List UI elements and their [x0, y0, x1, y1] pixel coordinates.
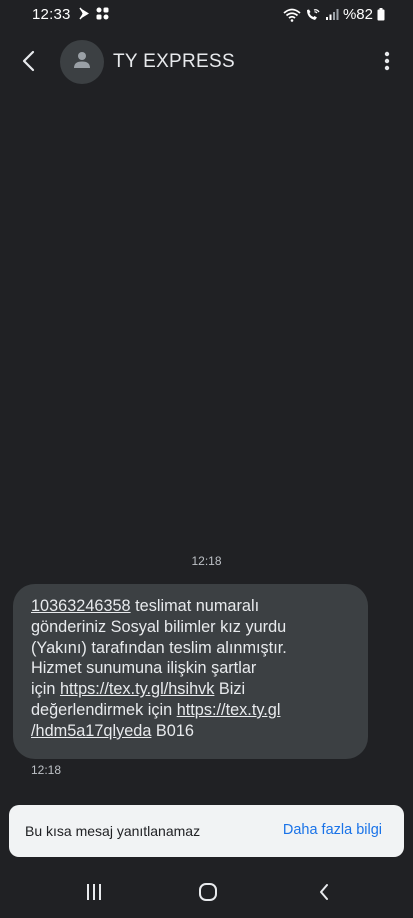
cannot-reply-text: Bu kısa mesaj yanıtlanamaz	[25, 823, 201, 839]
cannot-reply-banner: Bu kısa mesaj yanıtlanamaz Daha fazla bi…	[9, 805, 404, 857]
sms-conversation-screen: 12:33 %82 TY EXPRESS 12:18 10363246358 t…	[0, 0, 413, 918]
message-text: değerlendirmek için	[31, 700, 177, 719]
terms-link[interactable]: https://tex.ty.gl/hsihvk	[60, 680, 214, 698]
message-text: teslimat numaralı	[130, 597, 260, 615]
message-line: için https://tex.ty.gl/hsihvk Bizi	[31, 679, 352, 700]
more-options-button[interactable]	[375, 48, 399, 78]
message-text: B016	[151, 721, 194, 740]
battery-icon	[377, 8, 385, 21]
status-right-group: %82	[283, 6, 385, 23]
signal-icon	[325, 8, 339, 21]
status-left-icons	[78, 7, 109, 25]
back-arrow-icon	[22, 50, 36, 77]
message-text: Bizi	[214, 680, 246, 699]
message-timestamp: 12:18	[31, 763, 62, 777]
nav-back-button[interactable]	[309, 882, 339, 906]
message-bubble[interactable]: 10363246358 teslimat numaralı gönderiniz…	[13, 584, 368, 759]
rating-link-continued[interactable]: /hdm5a17qlyeda	[31, 722, 151, 740]
home-button[interactable]	[193, 882, 223, 906]
message-text: için	[31, 680, 60, 699]
message-line: değerlendirmek için https://tex.ty.gl	[31, 700, 352, 721]
learn-more-link[interactable]: Daha fazla bilgi	[283, 822, 382, 838]
message-line: /hdm5a17qlyeda B016	[31, 721, 352, 742]
wifi-icon	[283, 8, 301, 22]
message-line: (Yakını) tarafından teslim alınmıştır.	[31, 638, 287, 657]
message-line: 10363246358 teslimat numaralı	[31, 596, 352, 617]
wifi-call-icon	[305, 8, 321, 22]
message-line: gönderiniz Sosyal bilimler kız yurdu	[31, 617, 287, 636]
back-icon	[318, 883, 330, 906]
rating-link[interactable]: https://tex.ty.gl	[177, 701, 281, 719]
home-icon	[198, 882, 218, 907]
recents-button[interactable]	[79, 882, 109, 906]
apps-grid-icon	[96, 7, 109, 25]
contact-avatar[interactable]	[60, 40, 104, 84]
media-play-icon	[78, 7, 91, 25]
contact-name[interactable]: TY EXPRESS	[113, 51, 235, 73]
tracking-number-link[interactable]: 10363246358	[31, 597, 131, 615]
status-time: 12:33	[32, 6, 71, 23]
back-button[interactable]	[14, 48, 44, 78]
battery-percent: %82	[342, 6, 373, 23]
person-icon	[73, 51, 91, 74]
message-line: Hizmet sunumuna ilişkin şartlar	[31, 659, 257, 678]
status-bar: 12:33 %82	[0, 0, 413, 30]
more-vert-icon	[384, 51, 390, 76]
recents-icon	[85, 883, 103, 906]
conversation-header: TY EXPRESS	[0, 38, 413, 86]
date-stamp: 12:18	[191, 554, 222, 568]
system-nav-bar	[0, 872, 413, 918]
